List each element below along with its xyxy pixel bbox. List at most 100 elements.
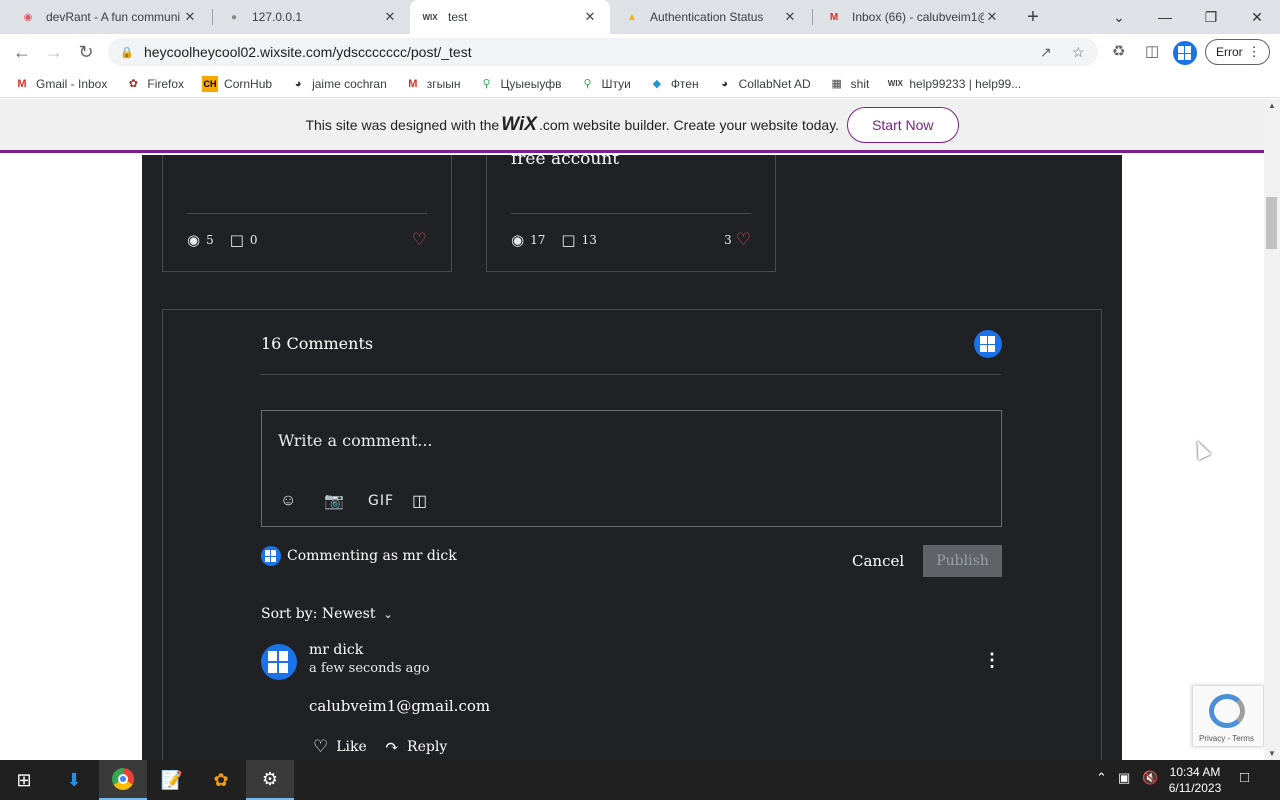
emoji-icon[interactable]: ☺	[280, 492, 324, 510]
comment-author[interactable]: mr dick	[309, 642, 363, 658]
tab-devrant[interactable]: ◉ devRant - A fun communi ✕	[8, 0, 210, 34]
comment-icon: □	[229, 231, 244, 249]
scroll-up-icon[interactable]: ▲	[1268, 101, 1276, 110]
settings-icon[interactable]: ⚙	[246, 760, 294, 800]
clock-date: 6/11/2023	[1168, 781, 1222, 795]
comments-stat: □ 0	[230, 231, 258, 249]
eye-icon: ◉	[511, 231, 525, 249]
related-post-card[interactable]: ◉ 5 □ 0 ♡	[162, 155, 452, 272]
recaptcha-links[interactable]: Privacy - Terms	[1199, 734, 1254, 743]
page-scrollbar[interactable]: ▲ ▼	[1264, 99, 1280, 760]
more-options-icon[interactable]: ⋮	[983, 650, 1001, 671]
comment-editor[interactable]: Write a comment... ☺ 📷 GIF ◫	[261, 410, 1002, 527]
side-panel-icon[interactable]: ◫	[1145, 42, 1159, 60]
lock-icon: 🔒	[120, 46, 134, 59]
post-stats: ◉ 5 □ 0 ♡	[187, 230, 427, 250]
tab-test[interactable]: WIX test ✕	[410, 0, 610, 34]
close-icon[interactable]: ✕	[382, 9, 398, 25]
bookmark-help99233[interactable]: WIX help99233 | help99...	[887, 76, 1021, 92]
extensions-icon[interactable]: ♻	[1112, 42, 1125, 60]
heart-icon[interactable]: ♡	[412, 230, 427, 250]
tab-title: test	[448, 10, 468, 24]
bookmark-label: Штуи	[601, 76, 631, 91]
volume-muted-icon[interactable]: 🔇	[1142, 770, 1158, 786]
publish-button[interactable]: Publish	[923, 545, 1002, 577]
wix-icon: WIX	[422, 12, 438, 22]
bookmark-label: help99233 | help99...	[909, 76, 1022, 91]
close-icon[interactable]: ✕	[182, 9, 198, 25]
reload-button[interactable]: ↻	[72, 38, 100, 66]
bookmark-maps-1[interactable]: ⚲ Цуыеыуфв	[479, 76, 562, 92]
bookmark-collabnet[interactable]: ◕ CollabNet AD	[717, 76, 810, 92]
heart-icon[interactable]: ♡	[736, 230, 751, 250]
globe-icon: ◕	[294, 77, 302, 90]
recaptcha-badge[interactable]: Privacy - Terms	[1192, 685, 1264, 747]
forward-button[interactable]: →	[40, 38, 68, 66]
more-menu-icon[interactable]: ⋮	[1248, 44, 1261, 60]
bookmark-maps-2[interactable]: ⚲ Штуи	[579, 76, 630, 92]
like-button[interactable]: ♡ Like	[313, 737, 367, 757]
minimize-icon[interactable]: —	[1142, 0, 1188, 34]
card-divider	[187, 213, 427, 214]
back-button[interactable]: ←	[8, 38, 36, 66]
likes-stat[interactable]: ♡	[408, 230, 427, 250]
close-icon[interactable]: ✕	[984, 9, 1000, 25]
close-icon[interactable]: ✕	[582, 9, 598, 25]
sort-dropdown[interactable]: Sort by: Newest ⌄	[261, 606, 393, 622]
comment-time: a few seconds ago	[309, 661, 430, 676]
scrollbar-thumb[interactable]	[1266, 197, 1277, 249]
comment-placeholder[interactable]: Write a comment...	[278, 431, 433, 450]
start-now-button[interactable]: Start Now	[847, 106, 959, 143]
bookmark-shit[interactable]: ▦ shit	[829, 76, 869, 92]
downloads-icon[interactable]: ⬇	[50, 760, 98, 800]
video-icon[interactable]: ◫	[412, 491, 456, 511]
camera-icon[interactable]: 📷	[324, 491, 368, 511]
user-avatar[interactable]	[974, 330, 1002, 358]
wix-icon: WIX	[887, 79, 903, 88]
gif-button[interactable]: GIF	[368, 493, 412, 509]
likes-stat[interactable]: 3 ♡	[724, 230, 751, 250]
clock[interactable]: 10:34 AM 6/11/2023	[1166, 764, 1224, 796]
bookmark-cornhub[interactable]: CH CornHub	[202, 75, 272, 92]
reply-button[interactable]: ↷ Reply	[385, 737, 447, 757]
scroll-down-icon[interactable]: ▼	[1268, 749, 1276, 758]
network-icon[interactable]: ▣	[1118, 770, 1130, 786]
chrome-icon[interactable]	[99, 760, 147, 800]
restore-icon[interactable]: ❐	[1188, 0, 1234, 34]
globe-icon: ●	[230, 11, 238, 23]
user-avatar	[261, 546, 281, 566]
comment-actions: ♡ Like ↷ Reply	[313, 737, 465, 757]
new-tab-button[interactable]: +	[1018, 3, 1048, 31]
bookmark-gmail-2[interactable]: Mзгыын	[405, 76, 460, 92]
start-button[interactable]: ⊞	[0, 760, 48, 800]
fl-studio-icon[interactable]: ✿	[197, 760, 245, 800]
tab-auth-status[interactable]: ▲ Authentication Status ✕	[612, 0, 810, 34]
comments-count: 13	[581, 233, 597, 247]
avatar[interactable]	[261, 644, 297, 680]
bookmark-jaime-cochran[interactable]: ◕ jaime cochran	[290, 76, 387, 92]
comments-section: 16 Comments Write a comment... ☺ 📷 GIF ◫…	[162, 309, 1102, 760]
cancel-button[interactable]: Cancel	[852, 552, 904, 570]
firefox-icon: ✿	[128, 78, 138, 90]
error-button[interactable]: Error ⋮	[1205, 39, 1270, 65]
related-post-card[interactable]: free account ◉ 17 □ 13 3 ♡	[486, 155, 776, 272]
notepad-icon[interactable]: 📝	[148, 760, 196, 800]
bookmark-label: Цуыеыуфв	[500, 76, 562, 91]
close-icon[interactable]: ✕	[782, 9, 798, 25]
tab-title: 127.0.0.1	[252, 10, 303, 24]
tray-chevron-icon[interactable]: ⌃	[1096, 770, 1107, 786]
window-close-icon[interactable]: ✕	[1234, 0, 1280, 34]
bookmark-gmail-inbox[interactable]: M Gmail - Inbox	[14, 76, 107, 92]
bookmark-firefox[interactable]: ✿ Firefox	[125, 76, 184, 92]
notifications-icon[interactable]: □	[1240, 769, 1249, 786]
tab-localhost[interactable]: ● 127.0.0.1 ✕	[214, 0, 410, 34]
maps-pin-icon: ⚲	[583, 78, 592, 90]
bookmark-star-icon[interactable]: ☆	[1072, 44, 1085, 61]
comments-heading: 16 Comments	[261, 334, 374, 353]
profile-avatar[interactable]	[1173, 41, 1197, 65]
address-bar[interactable]: 🔒 heycoolheycool02.wixsite.com/ydscccccc…	[108, 38, 1098, 66]
share-icon[interactable]: ↗	[1040, 44, 1052, 61]
tab-inbox[interactable]: M Inbox (66) - calubveim1@ ✕	[814, 0, 1012, 34]
tab-search-icon[interactable]: ⌄	[1096, 0, 1142, 34]
bookmark-diamond[interactable]: ◆ Фтен	[649, 76, 699, 92]
